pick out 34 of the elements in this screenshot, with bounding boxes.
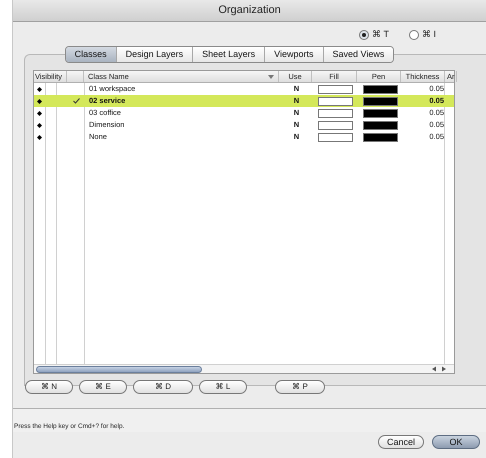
window-title: Organization [218, 3, 281, 18]
tab[interactable]: Classes [66, 47, 116, 62]
dialog-button[interactable]: OK [432, 435, 480, 449]
pen-swatch[interactable] [362, 120, 398, 130]
fill-swatch[interactable] [318, 84, 353, 94]
visibility-icon[interactable] [37, 110, 42, 116]
pen-swatch[interactable] [362, 108, 398, 118]
fill-swatch[interactable] [318, 132, 353, 142]
horizontal-scrollbar[interactable] [34, 364, 454, 373]
sort-arrow-icon [268, 74, 274, 78]
visibility-icon[interactable] [37, 98, 42, 104]
action-button[interactable]: ⌘ D [133, 380, 193, 394]
pen-swatch[interactable] [362, 96, 398, 106]
dialog-button[interactable]: Cancel [378, 435, 424, 449]
pen-swatch[interactable] [362, 132, 398, 142]
pen-swatch[interactable] [362, 84, 398, 94]
radio-button[interactable]: ⌘ I [408, 28, 436, 42]
tab[interactable]: Viewports [264, 47, 323, 62]
tab[interactable]: Design Layers [116, 47, 192, 62]
visibility-icon[interactable] [37, 86, 42, 92]
action-button[interactable]: ⌘ L [199, 380, 247, 394]
visibility-icon[interactable] [37, 134, 42, 140]
tab[interactable]: Saved Views [322, 47, 394, 62]
action-button[interactable]: ⌘ N [25, 380, 73, 394]
fill-swatch[interactable] [318, 120, 353, 130]
action-button[interactable]: ⌘ E [79, 380, 127, 394]
scroll-arrows-icon[interactable] [430, 366, 448, 372]
tab[interactable]: Sheet Layers [192, 47, 264, 62]
action-button[interactable]: ⌘ P [275, 380, 325, 394]
visibility-icon[interactable] [37, 122, 42, 128]
fill-swatch[interactable] [318, 96, 353, 106]
radio-button[interactable]: ⌘ T [359, 28, 389, 42]
scroll-thumb[interactable] [36, 366, 202, 372]
fill-swatch[interactable] [318, 108, 353, 118]
